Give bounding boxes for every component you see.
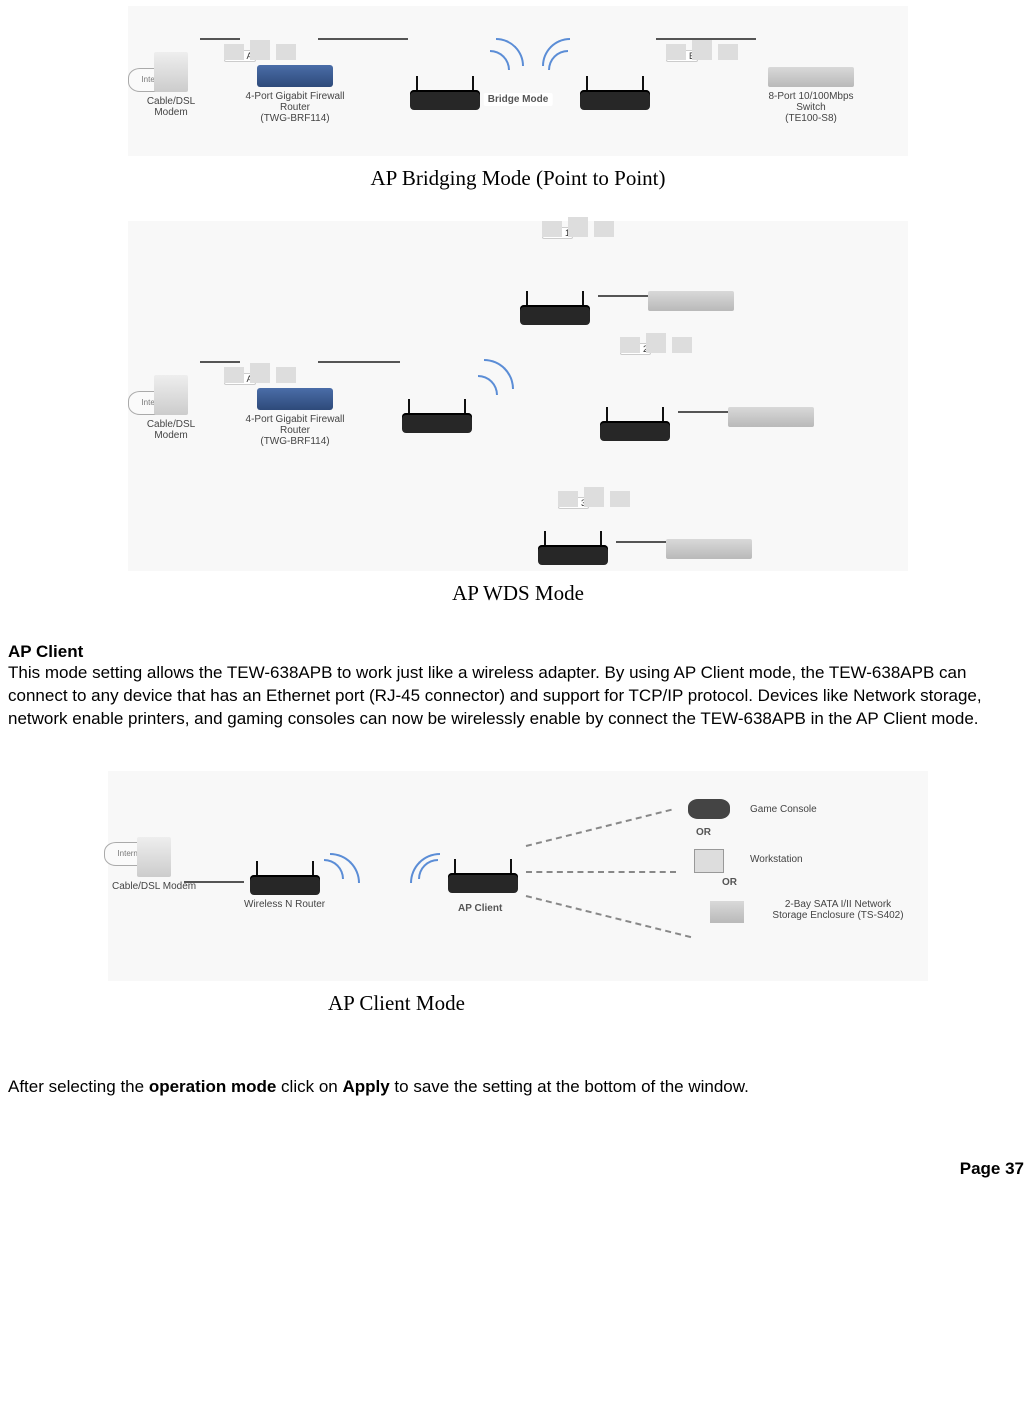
nas-icon — [710, 901, 744, 923]
computer-group-icon — [224, 357, 296, 387]
router-label: 4-Port Gigabit Firewall Router (TWG-BRF1… — [240, 91, 350, 124]
apclient-label: AP Client — [458, 903, 502, 914]
nas-label: 2-Bay SATA I/II Network Storage Enclosur… — [768, 899, 908, 921]
wireless-router-label: Wireless N Router — [244, 899, 325, 910]
game-console-icon — [688, 799, 730, 819]
or-label: OR — [696, 827, 711, 838]
modem-label: Cable/DSL Modem — [147, 419, 195, 441]
diagram-apclient: Internet Cable/DSL Modem Wireless N Rout… — [108, 771, 928, 981]
or-label: OR — [722, 877, 737, 888]
closing-post: to save the setting at the bottom of the… — [390, 1077, 749, 1096]
diagram-wds: Internet Cable/DSL Modem 4-Port Gigabit … — [128, 221, 908, 571]
bridge-mode-label: Bridge Mode — [484, 93, 553, 106]
closing-bold-1: operation mode — [149, 1077, 277, 1096]
game-console-label: Game Console — [750, 804, 817, 815]
closing-pre: After selecting the — [8, 1077, 149, 1096]
section-body-apclient: This mode setting allows the TEW-638APB … — [8, 662, 1028, 731]
workstation-icon — [694, 849, 724, 873]
section-title-apclient: AP Client — [8, 642, 1028, 662]
switch-label: 8-Port 10/100Mbps Switch (TE100-S8) — [756, 91, 866, 124]
caption-bridging: AP Bridging Mode (Point to Point) — [8, 166, 1028, 191]
closing-bold-2: Apply — [342, 1077, 389, 1096]
closing-mid: click on — [276, 1077, 342, 1096]
computer-group-icon — [224, 34, 296, 64]
workstation-label: Workstation — [750, 854, 803, 865]
caption-wds: AP WDS Mode — [8, 581, 1028, 606]
computer-group-icon — [666, 34, 738, 64]
diagram-bridging: Internet Cable/DSL Modem 4-Port Gigabit … — [128, 6, 908, 156]
closing-sentence: After selecting the operation mode click… — [8, 1076, 1028, 1099]
page-number: Page 37 — [8, 1159, 1028, 1195]
modem-label: Cable/DSL Modem — [147, 96, 195, 118]
caption-apclient: AP Client Mode — [8, 991, 1028, 1016]
router-label: 4-Port Gigabit Firewall Router (TWG-BRF1… — [240, 414, 350, 447]
